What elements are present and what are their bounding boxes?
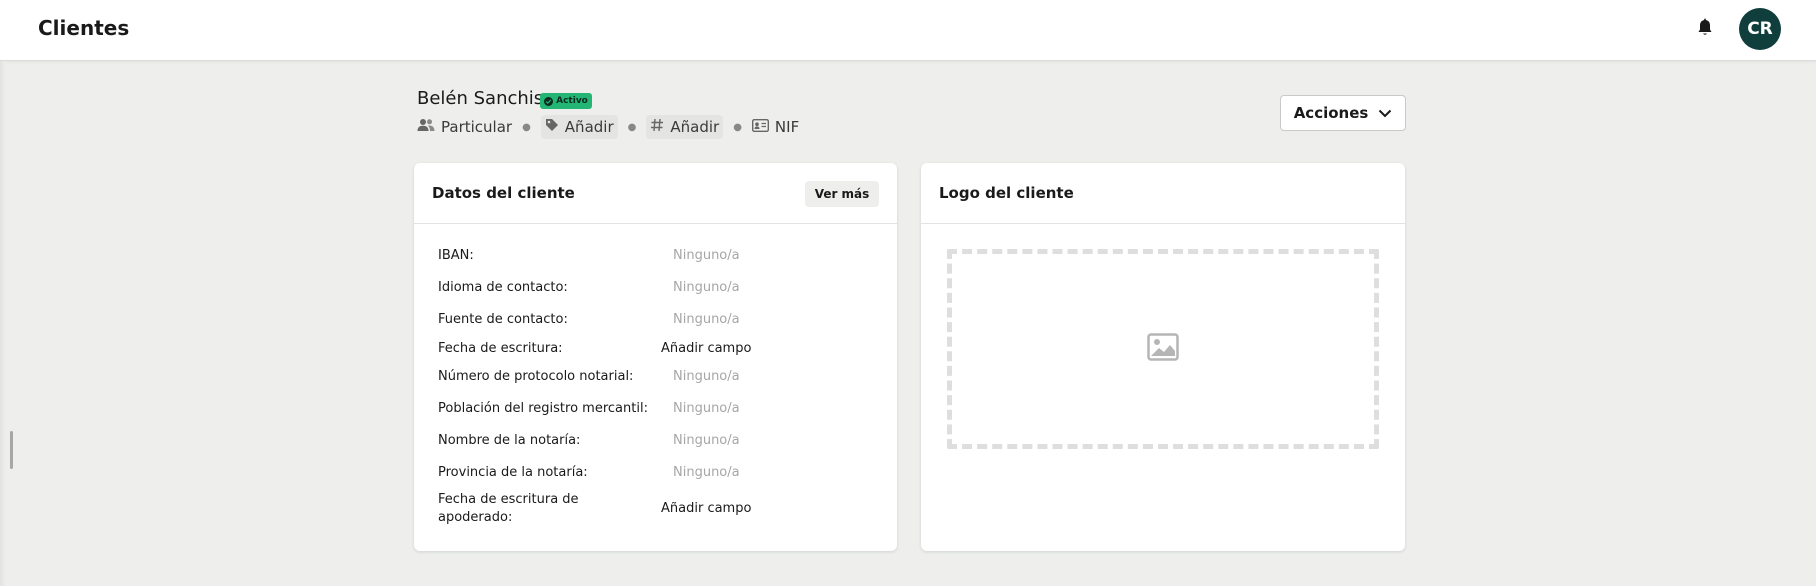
separator-dot: ● [522,121,531,133]
field-label-notary-name: Nombre de la notaría: [438,433,581,448]
add-tag-button[interactable]: Añadir [540,115,618,139]
client-logo-card: Logo del cliente [921,163,1405,551]
field-value-notary-province: Ninguno/a [673,465,740,480]
field-label-contact-language: Idioma de contacto: [438,280,568,295]
image-placeholder-icon [1147,333,1179,365]
add-tag-label: Añadir [564,118,614,136]
field-label-contact-source: Fuente de contacto: [438,312,568,327]
avatar[interactable]: CR [1739,8,1781,50]
card-header: Datos del cliente Ver más [414,163,897,224]
add-code-button[interactable]: Añadir [646,115,724,139]
client-meta-row: Particular ● Añadir ● Añadir ● NIF [417,114,799,140]
card-title: Logo del cliente [939,184,1074,202]
client-type-label: Particular [441,118,513,136]
card-title: Datos del cliente [432,184,575,202]
client-id: NIF [751,115,800,139]
client-type: Particular [417,115,512,139]
separator-dot: ● [627,121,637,133]
field-value-registry-town: Ninguno/a [673,401,740,416]
top-bar: Clientes CR [0,0,1816,61]
resize-handle[interactable] [10,431,13,469]
client-name: Belén Sanchis [417,88,544,109]
see-more-button[interactable]: Ver más [805,181,879,207]
separator-dot: ● [733,121,742,133]
sidebar-edge [0,61,6,586]
client-id-label: NIF [774,118,800,136]
field-label-iban: IBAN: [438,248,474,263]
hash-icon [650,118,664,136]
logo-upload-area[interactable] [947,249,1379,449]
field-value-contact-source: Ninguno/a [673,312,740,327]
field-value-notarial-protocol: Ninguno/a [673,369,740,384]
card-header: Logo del cliente [921,163,1405,224]
status-badge: Activo [540,93,592,109]
field-label-deed-date: Fecha de escritura: [438,341,563,356]
tag-icon [545,118,559,136]
field-label-notary-province: Provincia de la notaría: [438,465,588,480]
page-title: Clientes [38,16,130,40]
field-label-notarial-protocol: Número de protocolo notarial: [438,369,634,384]
check-circle-icon [544,96,554,106]
field-value-contact-language: Ninguno/a [673,280,740,295]
add-code-label: Añadir [670,118,720,136]
status-badge-label: Activo [556,96,588,106]
field-value-iban: Ninguno/a [673,248,740,263]
add-field-attorney-deed-date[interactable]: Añadir campo [661,500,751,518]
field-value-notary-name: Ninguno/a [673,433,740,448]
id-card-icon [751,118,769,136]
chevron-down-icon [1378,104,1392,122]
field-label-attorney-deed-date: Fecha de escritura de apoderado: [438,492,579,525]
users-icon [417,118,435,136]
client-data-card: Datos del cliente Ver más IBAN: Ninguno/… [414,163,897,551]
bell-icon[interactable] [1696,18,1714,38]
add-field-deed-date[interactable]: Añadir campo [661,340,751,358]
actions-button-label: Acciones [1293,104,1369,122]
actions-button[interactable]: Acciones [1280,95,1406,131]
field-label-registry-town: Población del registro mercantil: [438,401,648,416]
